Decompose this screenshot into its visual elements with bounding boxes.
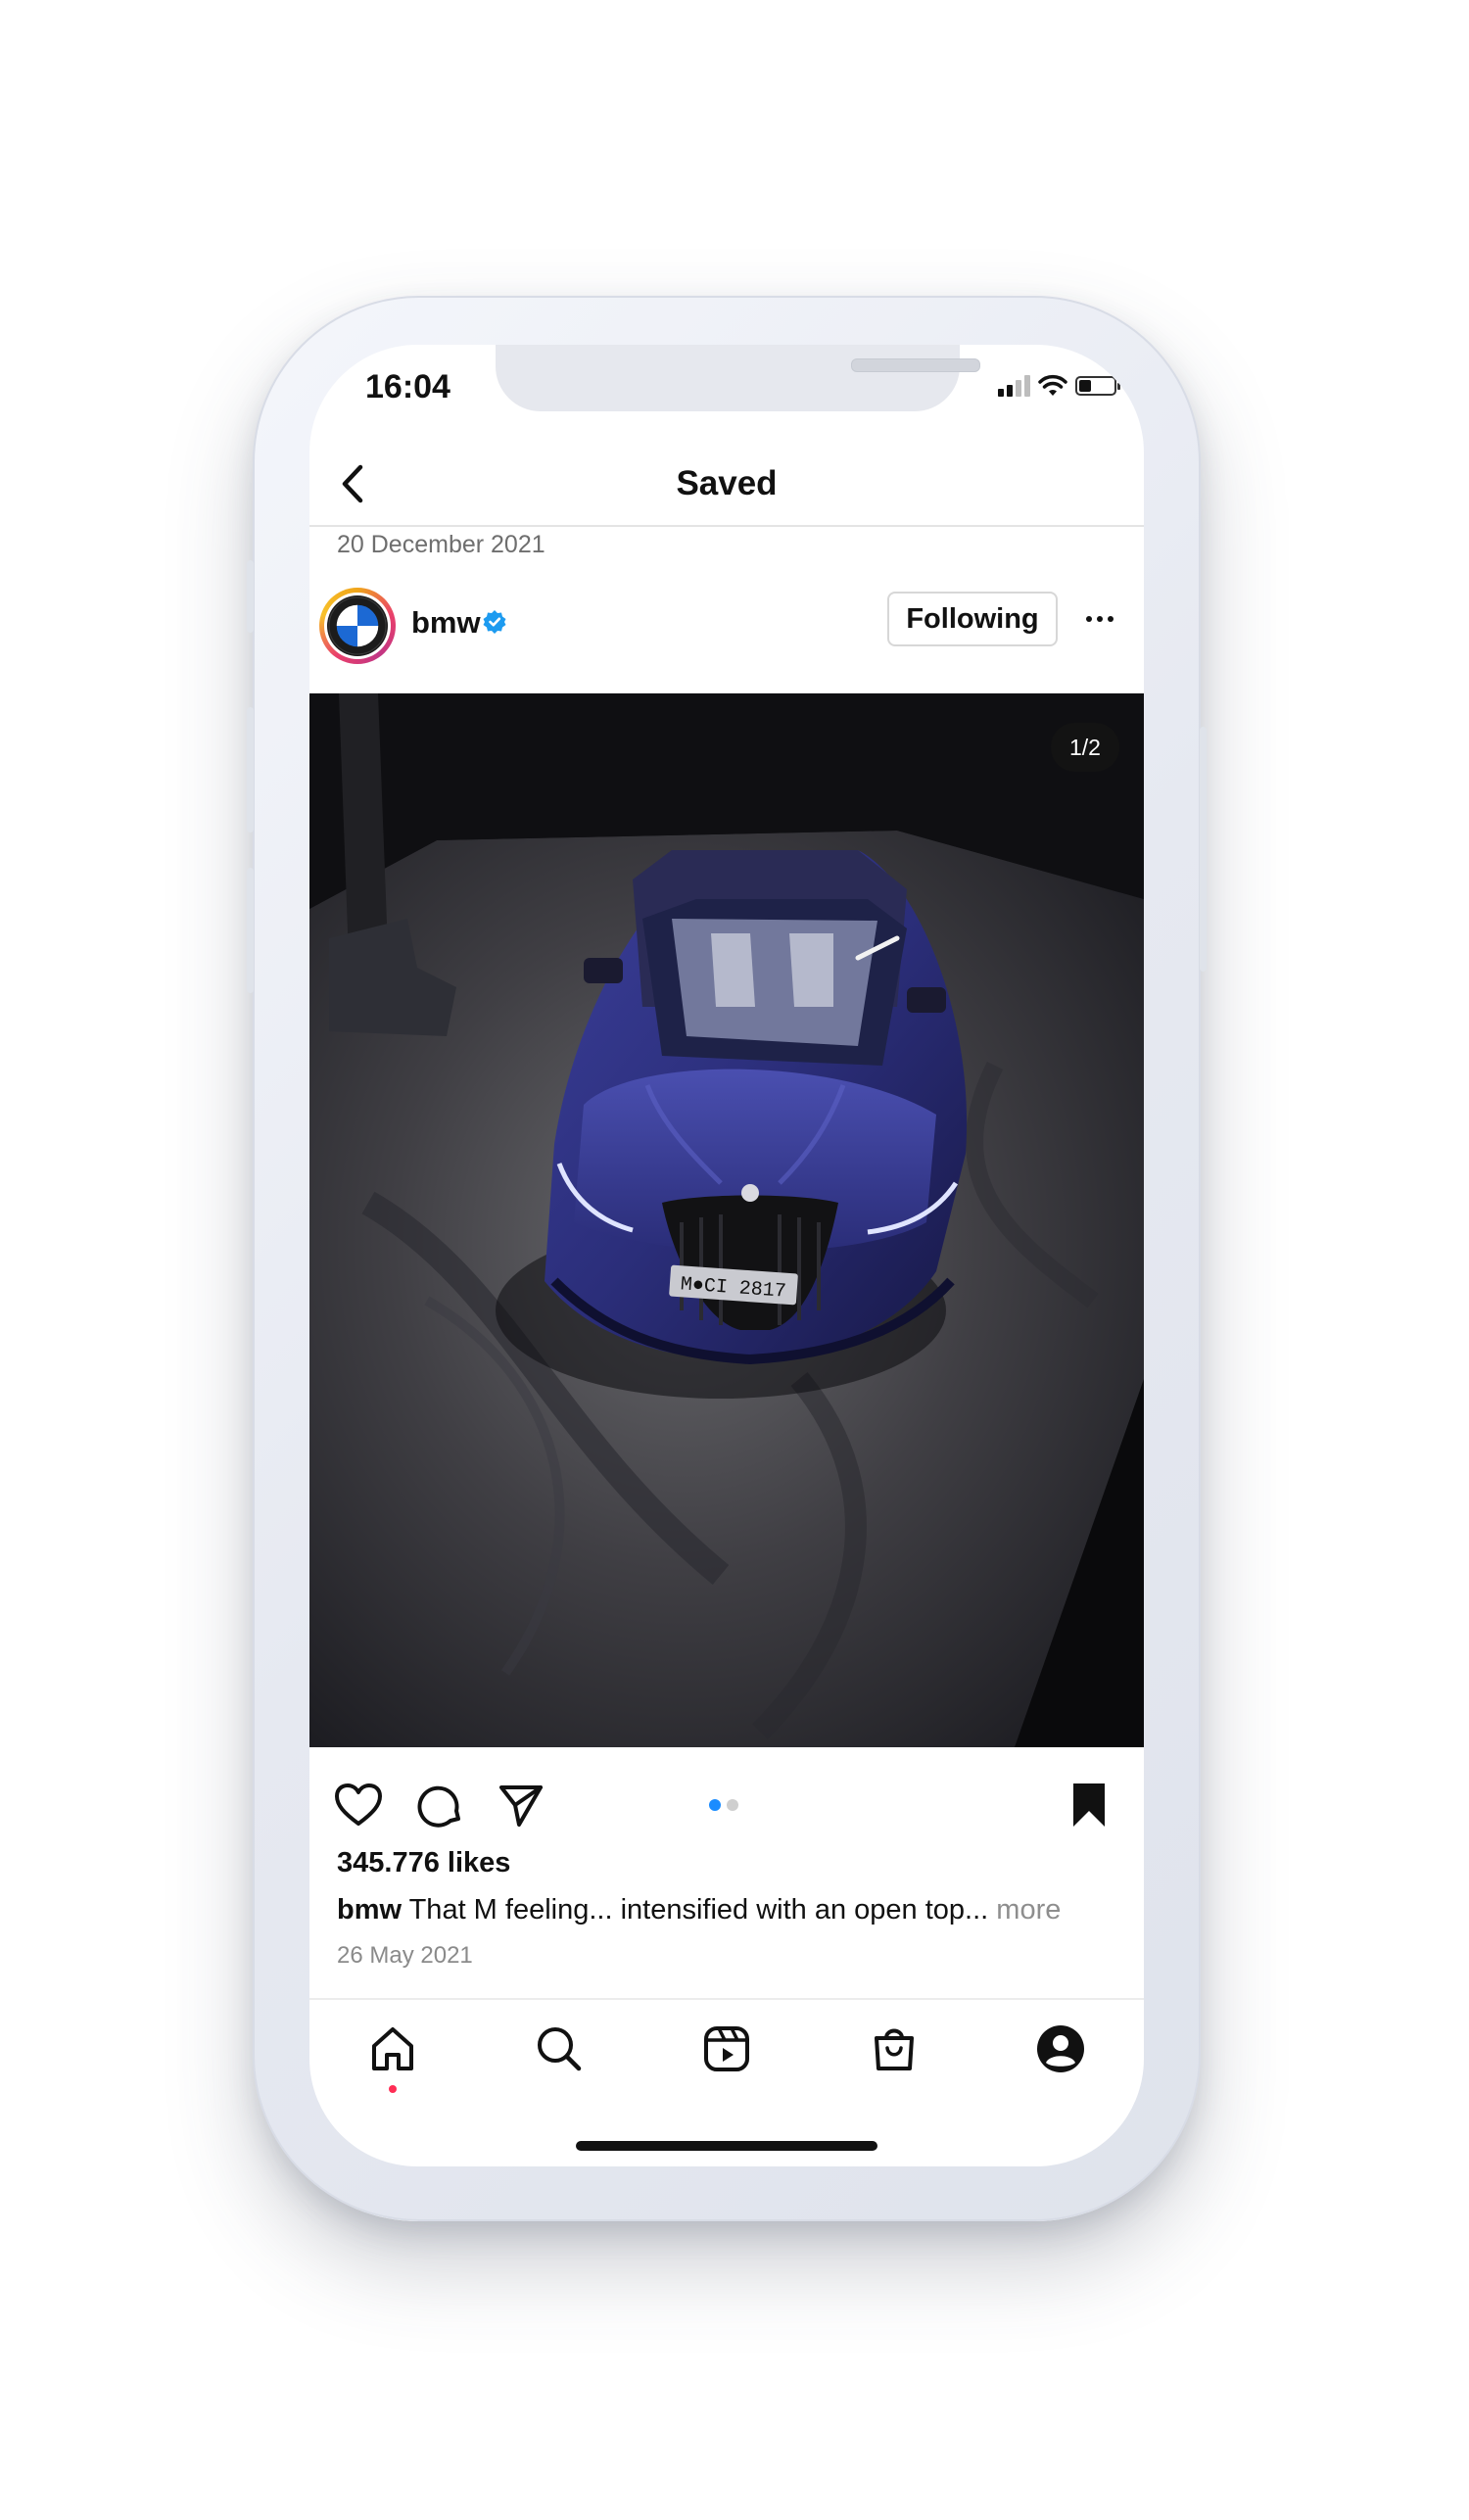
bookmark-filled-icon (1073, 1783, 1105, 1827)
carousel-dot (727, 1799, 738, 1811)
status-time: 16:04 (365, 368, 450, 405)
like-button[interactable] (331, 1778, 386, 1832)
side-button-volume-up (247, 707, 254, 832)
wifi-icon (1038, 374, 1067, 396)
ellipsis-dot (1086, 616, 1092, 622)
search-icon (538, 2027, 582, 2071)
more-options-button[interactable] (1075, 601, 1124, 637)
carousel-counter: 1/2 (1051, 723, 1119, 772)
comment-icon (417, 1785, 460, 1828)
side-button-mute (247, 560, 254, 633)
bmw-logo-icon (327, 595, 388, 656)
likes-count[interactable]: 345.776 likes (337, 1847, 510, 1879)
post-caption: bmw That M feeling... intensified with a… (337, 1894, 1061, 1926)
saved-date-label: 20 December 2021 (337, 531, 545, 558)
profile-icon (1037, 2025, 1084, 2072)
status-icons (998, 374, 1120, 398)
tab-shop[interactable] (867, 2021, 922, 2076)
avatar (324, 593, 391, 659)
post-image[interactable]: M●CI 2817 1/2 (309, 693, 1144, 1747)
home-icon (372, 2027, 413, 2070)
post-actions (309, 1770, 1144, 1838)
heart-icon (335, 1783, 382, 1826)
carousel-indicator (709, 1799, 738, 1811)
following-button[interactable]: Following (887, 592, 1058, 646)
home-notification-dot (389, 2085, 397, 2093)
car-photo: M●CI 2817 (309, 693, 1144, 1747)
notch (496, 345, 980, 411)
tab-reels[interactable] (699, 2021, 754, 2076)
battery-icon (1075, 376, 1120, 396)
save-button[interactable] (1062, 1778, 1116, 1832)
page-title: Saved (676, 464, 778, 502)
cellular-signal-icon (998, 375, 1030, 397)
saved-header: Saved (309, 443, 1144, 527)
carousel-dot-active (709, 1799, 721, 1811)
send-icon (499, 1785, 543, 1827)
tab-home[interactable] (365, 2021, 420, 2076)
post-header: bmw Following (309, 588, 1144, 666)
side-button-power (1200, 727, 1207, 972)
speaker (851, 358, 980, 372)
home-indicator[interactable] (576, 2141, 877, 2151)
ellipsis-dot (1097, 616, 1103, 622)
caption-more-link[interactable]: more (996, 1894, 1061, 1926)
reels-icon (704, 2026, 749, 2071)
ellipsis-dot (1108, 616, 1114, 622)
shop-icon (875, 2028, 914, 2070)
bottom-tab-bar (309, 1998, 1144, 2098)
caption-text: That M feeling... intensified with an op… (402, 1894, 997, 1926)
tab-profile[interactable] (1033, 2021, 1088, 2076)
tab-search[interactable] (532, 2021, 587, 2076)
post-username[interactable]: bmw (411, 605, 481, 641)
caption-username[interactable]: bmw (337, 1894, 402, 1926)
side-button-volume-down (247, 868, 254, 993)
story-ring[interactable] (319, 588, 396, 664)
verified-badge-icon (483, 610, 506, 634)
comment-button[interactable] (413, 1778, 468, 1832)
phone-screen: 16:04 Saved 20 December 2021 bmw Followi… (309, 345, 1144, 2166)
post-date: 26 May 2021 (337, 1942, 473, 1969)
share-button[interactable] (494, 1778, 548, 1832)
